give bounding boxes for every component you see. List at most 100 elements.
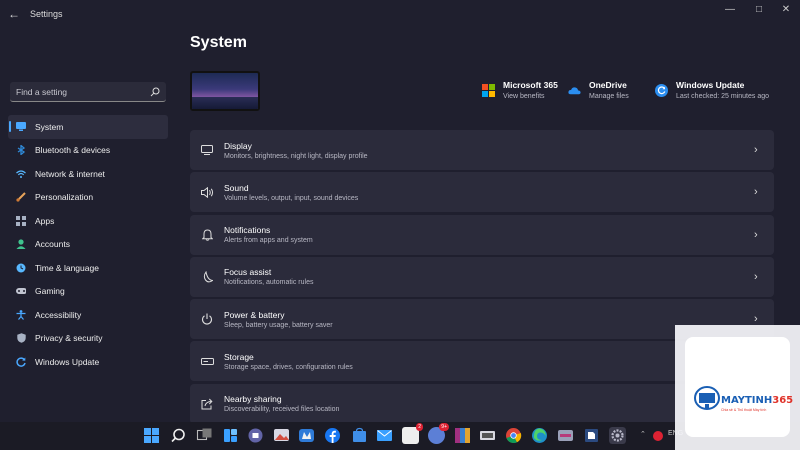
sidebar-item-windows-update[interactable]: Windows Update — [8, 350, 168, 374]
quick-link-subtitle: Last checked: 25 minutes ago — [676, 93, 770, 100]
sidebar-item-accounts[interactable]: Accounts — [8, 233, 168, 257]
cpu-z-icon[interactable] — [479, 427, 496, 444]
search-placeholder: Find a setting — [16, 86, 68, 97]
chrome-icon[interactable] — [505, 427, 522, 444]
vpn-app-icon[interactable] — [557, 427, 574, 444]
brand-watermark: MAYTINH365 Chia sẻ & Thủ thuật Máy tính — [675, 325, 800, 450]
antivirus-tray-icon[interactable] — [652, 430, 664, 442]
watermark-brand: MAYTINH365 — [721, 395, 793, 406]
onedrive-icon — [568, 87, 581, 95]
sidebar-item-network[interactable]: Network & internet — [8, 162, 168, 186]
chevron-right-icon: › — [754, 186, 758, 199]
messenger-icon[interactable]: 9+ — [428, 423, 449, 444]
sidebar-item-label: Privacy & security — [35, 333, 103, 344]
tray-overflow-icon[interactable]: ⌃ — [640, 430, 646, 438]
card-title: Focus assist — [224, 267, 272, 278]
card-subtitle: Monitors, brightness, night light, displ… — [224, 152, 368, 160]
teams-chat-icon[interactable] — [247, 427, 264, 444]
title-bar: ← Settings — □ ✕ — [0, 0, 800, 30]
document-app-icon[interactable]: 2 — [402, 423, 423, 444]
desktop-preview-image — [190, 71, 260, 111]
minimize-button[interactable]: — — [722, 4, 738, 16]
notification-badge: 2 — [416, 423, 423, 431]
photos-app-icon[interactable] — [273, 427, 290, 444]
windows-start-icon[interactable] — [143, 427, 160, 444]
bell-icon — [200, 228, 214, 242]
share-icon — [200, 397, 214, 411]
gamepad-icon — [16, 286, 26, 296]
power-icon — [200, 312, 214, 326]
quick-link-title: Windows Update — [676, 80, 745, 90]
card-title: Power & battery — [224, 309, 285, 320]
chevron-right-icon: › — [754, 144, 758, 156]
sidebar-item-apps[interactable]: Apps — [8, 209, 168, 233]
app-title: Settings — [30, 9, 63, 19]
sidebar-nav: System Bluetooth & devices Network & int… — [8, 115, 168, 374]
watermark-card: MAYTINH365 Chia sẻ & Thủ thuật Máy tính — [685, 337, 793, 437]
quick-link-microsoft-365[interactable]: Microsoft 365 View benefits — [482, 80, 558, 100]
quick-link-title: Microsoft 365 — [503, 80, 558, 90]
brush-icon — [16, 192, 26, 202]
setting-card-display[interactable]: Display Monitors, brightness, night light… — [190, 130, 774, 170]
storage-icon — [200, 354, 214, 368]
quick-link-title: OneDrive — [589, 80, 627, 90]
close-button[interactable]: ✕ — [778, 4, 794, 16]
edge-icon[interactable] — [531, 427, 548, 444]
brand-name: MAYTINH — [721, 395, 773, 406]
maximize-button[interactable]: □ — [751, 4, 767, 16]
sidebar-item-label: Network & internet — [35, 168, 105, 179]
quick-link-subtitle: View benefits — [503, 93, 545, 100]
facebook-icon[interactable] — [324, 427, 341, 444]
bluetooth-icon — [16, 145, 26, 156]
winrar-icon[interactable] — [454, 427, 471, 444]
moon-icon — [200, 270, 214, 284]
sidebar-item-label: Bluetooth & devices — [35, 145, 111, 156]
setting-card-focus-assist[interactable]: Focus assist Notifications, automatic rul… — [190, 256, 774, 297]
sidebar-item-personalization[interactable]: Personalization — [8, 186, 168, 210]
sidebar-item-label: Accessibility — [35, 309, 82, 320]
card-title: Notifications — [224, 225, 271, 236]
sidebar-item-label: Apps — [35, 215, 55, 226]
sidebar-item-accessibility[interactable]: Accessibility — [8, 303, 168, 327]
shield-icon — [16, 333, 26, 344]
quick-link-windows-update[interactable]: Windows Update Last checked: 25 minutes … — [655, 80, 769, 100]
wifi-icon — [16, 169, 26, 179]
sidebar-item-time-language[interactable]: Time & language — [8, 256, 168, 280]
card-subtitle: Alerts from apps and system — [224, 237, 313, 245]
search-icon — [150, 87, 160, 96]
monitor-icon — [16, 122, 26, 132]
microsoft-365-icon — [482, 84, 495, 97]
speaker-icon — [200, 185, 214, 199]
mail-icon[interactable] — [376, 427, 393, 444]
back-arrow-icon[interactable]: ← — [8, 7, 22, 21]
chevron-right-icon: › — [754, 228, 758, 241]
quick-link-subtitle: Manage files — [589, 93, 629, 100]
quick-link-onedrive[interactable]: OneDrive Manage files — [568, 80, 629, 100]
card-subtitle: Notifications, automatic rules — [224, 279, 314, 287]
card-title: Sound — [224, 182, 249, 193]
notification-badge: 9+ — [439, 423, 449, 431]
sidebar-item-label: Gaming — [35, 286, 65, 297]
widgets-icon[interactable] — [222, 427, 239, 444]
globe-clock-icon — [16, 263, 26, 273]
task-view-icon[interactable] — [196, 427, 213, 444]
search-input[interactable]: Find a setting — [10, 82, 166, 102]
sidebar-item-label: Time & language — [35, 262, 99, 273]
store-icon[interactable] — [351, 427, 368, 444]
setting-card-sound[interactable]: Sound Volume levels, output, input, sound… — [190, 172, 774, 213]
setting-card-notifications[interactable]: Notifications Alerts from apps and system… — [190, 214, 774, 255]
sidebar-item-privacy-security[interactable]: Privacy & security — [8, 327, 168, 351]
watermark-tagline: Chia sẻ & Thủ thuật Máy tính — [721, 408, 767, 412]
file-explorer-icon[interactable] — [583, 427, 600, 444]
settings-app-icon[interactable] — [609, 427, 626, 444]
sidebar-item-gaming[interactable]: Gaming — [8, 280, 168, 304]
search-taskbar-icon[interactable] — [170, 427, 187, 444]
sidebar-item-label: Windows Update — [35, 356, 100, 367]
globe-monitor-logo-icon — [694, 386, 720, 410]
apps-icon — [16, 215, 26, 226]
sidebar-item-system[interactable]: System — [8, 115, 168, 139]
sidebar-item-bluetooth[interactable]: Bluetooth & devices — [8, 139, 168, 163]
card-title: Display — [224, 140, 252, 151]
zalo-app-icon[interactable] — [298, 427, 315, 444]
card-subtitle: Volume levels, output, input, sound devi… — [224, 194, 359, 202]
